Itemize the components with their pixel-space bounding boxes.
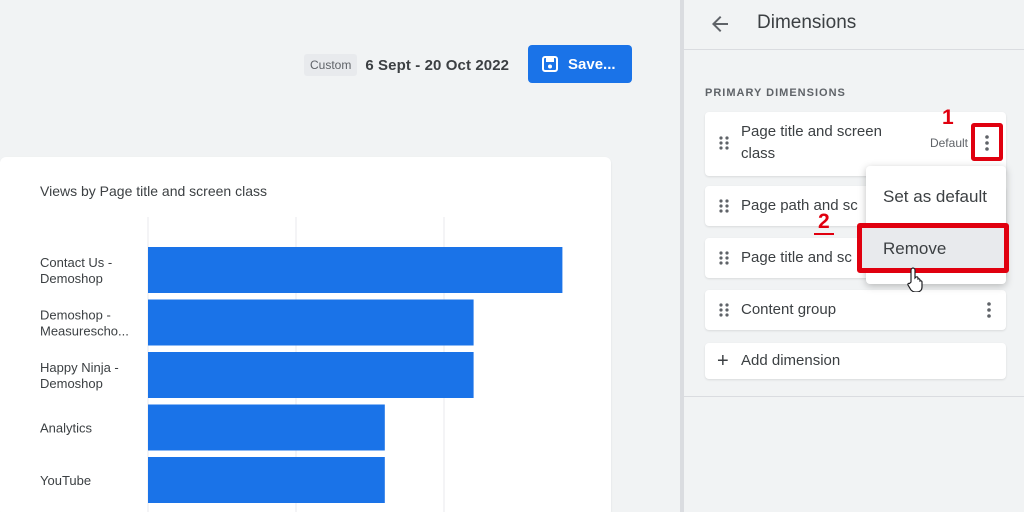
default-tag: Default — [929, 136, 968, 150]
date-range-text: 6 Sept - 20 Oct 2022 — [365, 56, 510, 74]
more-vert-icon — [985, 135, 989, 151]
step-2-underline — [814, 233, 834, 235]
chart-bar[interactable] — [148, 404, 385, 451]
back-arrow-icon[interactable] — [708, 12, 732, 36]
drag-handle-icon[interactable] — [719, 303, 729, 317]
more-vert-icon[interactable] — [980, 301, 998, 319]
category-label: Analytics — [40, 421, 93, 436]
category-label: Contact Us - — [40, 255, 112, 270]
category-label: Demoshop - — [40, 308, 111, 323]
category-label: Happy Ninja - — [40, 360, 119, 375]
category-label: YouTube — [40, 473, 91, 488]
menu-item-set-as-default[interactable]: Set as default — [883, 187, 987, 207]
dimension-label: Content group — [741, 301, 837, 318]
panel-title: Dimensions — [757, 12, 857, 33]
chart-bar[interactable] — [148, 457, 385, 503]
section-label: PRIMARY DIMENSIONS — [705, 87, 846, 99]
add-dimension-button[interactable]: + Add dimension — [705, 343, 1006, 379]
panel-header: Dimensions — [684, 0, 1024, 50]
panel-bottom-divider — [684, 396, 1024, 397]
drag-handle-icon[interactable] — [719, 136, 729, 150]
chart-bar[interactable] — [148, 352, 474, 398]
hand-cursor-icon — [907, 267, 923, 292]
category-label: Measurescho... — [40, 324, 129, 339]
step-1-annotation: 1 — [942, 106, 954, 129]
step-2-annotation: 2 — [818, 210, 830, 233]
save-label: Save... — [568, 55, 616, 73]
chart-card: Views by Page title and screen class Con… — [0, 157, 611, 512]
drag-handle-icon[interactable] — [719, 251, 729, 265]
add-dimension-label: Add dimension — [741, 352, 841, 369]
dimension-label: Page title and sc — [741, 249, 852, 266]
category-label: Demoshop — [40, 271, 103, 286]
dimension-row-4[interactable]: Content group — [705, 290, 1006, 330]
custom-tag: Custom — [304, 54, 358, 76]
drag-handle-icon[interactable] — [719, 199, 729, 213]
chart-bar[interactable] — [148, 299, 474, 346]
save-button[interactable]: Save... — [528, 45, 632, 83]
dimension-label-line1: Page title and screen — [741, 123, 882, 140]
dimension-label-line2: class — [741, 145, 776, 162]
report-area: Custom 6 Sept - 20 Oct 2022 Save... View… — [0, 0, 680, 512]
plus-icon: + — [717, 350, 729, 372]
bar-chart: Contact Us -DemoshopDemoshop -Measuresch… — [40, 217, 563, 512]
chart-bar[interactable] — [148, 247, 563, 293]
more-vert-button-highlighted[interactable] — [971, 123, 1003, 161]
date-range-picker[interactable]: Custom 6 Sept - 20 Oct 2022 — [304, 52, 509, 78]
save-icon — [542, 56, 558, 72]
remove-highlight-box — [857, 223, 1009, 273]
dimension-label: Page path and sc — [741, 197, 858, 214]
category-label: Demoshop — [40, 376, 103, 391]
dimension-label: Page title and screen class — [741, 121, 882, 165]
